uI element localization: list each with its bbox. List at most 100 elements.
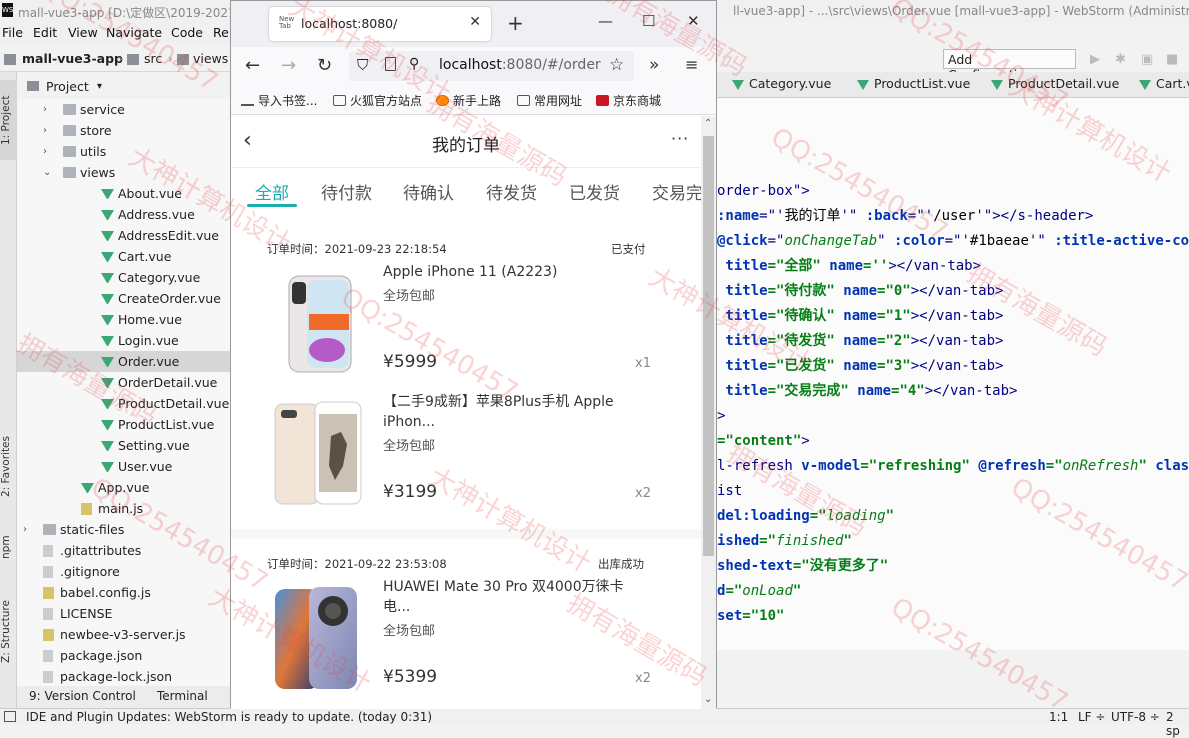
tab-completed[interactable]: 交易完成 [652, 179, 701, 204]
close-window-icon[interactable]: ✕ [687, 12, 700, 30]
address-bar[interactable]: ⛉ ⚲ localhost:8080/#/order [349, 51, 634, 81]
project-panel-title[interactable]: Project [46, 79, 89, 94]
tree-item[interactable]: Login.vue [17, 330, 230, 351]
bookmark-firefox-site[interactable]: 火狐官方站点 [333, 92, 422, 109]
menu-code[interactable]: Code [171, 25, 203, 40]
tree-item[interactable]: User.vue [17, 456, 230, 477]
bookmark-getting-started[interactable]: 新手上路 [436, 92, 501, 109]
scroll-down-icon[interactable]: ⌄ [704, 694, 712, 705]
close-tab-icon[interactable]: ✕ [469, 14, 481, 30]
order-item[interactable]: 【二手9成新】苹果8Plus手机 Apple iPhon... 全场包邮 ¥31… [231, 388, 701, 518]
editor-tab-productdetail[interactable]: ProductDetail.vue [991, 76, 1119, 96]
tree-item[interactable]: › static-files [17, 519, 230, 540]
menu-view[interactable]: View [68, 25, 98, 40]
status-indent[interactable]: 2 sp [1166, 710, 1189, 738]
run-icon[interactable]: ▶ [1090, 52, 1100, 67]
debug-icon[interactable]: ✱ [1115, 52, 1126, 67]
tree-item[interactable]: Address.vue [17, 204, 230, 225]
shield-icon[interactable]: ⛉ [357, 56, 368, 74]
tree-item[interactable]: Setting.vue [17, 435, 230, 456]
tree-item[interactable]: ProductDetail.vue [17, 393, 230, 414]
breadcrumb-views[interactable]: views [193, 51, 228, 66]
tree-item[interactable]: babel.config.js [17, 582, 230, 603]
new-tab-icon[interactable]: + [507, 11, 524, 35]
editor-tab-productlist[interactable]: ProductList.vue [857, 76, 970, 96]
forward-arrow-icon[interactable]: → [281, 55, 296, 76]
chevron-down-icon[interactable]: ⌄ [43, 162, 51, 183]
tab-pending-payment[interactable]: 待付款 [321, 179, 372, 204]
tab-pending-shipment[interactable]: 待发货 [486, 179, 537, 204]
breadcrumb-project[interactable]: mall-vue3-app [22, 51, 123, 66]
more-icon[interactable]: ··· [671, 129, 689, 148]
hamburger-menu-icon[interactable]: ≡ [685, 55, 698, 74]
tree-item[interactable]: OrderDetail.vue [17, 372, 230, 393]
tab-shipped[interactable]: 已发货 [569, 179, 620, 204]
tree-item[interactable]: AddressEdit.vue [17, 225, 230, 246]
bookmark-star-icon[interactable]: ☆ [609, 55, 624, 75]
maximize-icon[interactable]: ☐ [642, 12, 655, 30]
version-control-tab[interactable]: 9: Version Control [29, 689, 136, 703]
chevron-right-icon[interactable]: › [43, 99, 47, 120]
status-message[interactable]: IDE and Plugin Updates: WebStorm is read… [26, 710, 432, 724]
tree-item[interactable]: › service [17, 99, 230, 120]
reload-icon[interactable]: ↻ [317, 55, 332, 76]
status-panel-icon[interactable] [4, 711, 16, 722]
tree-item[interactable]: › store [17, 120, 230, 141]
chevron-right-icon[interactable]: › [23, 519, 27, 540]
order-item[interactable]: HUAWEI Mate 30 Pro 双4000万徕卡电... 全场包邮 ¥53… [231, 573, 701, 703]
tree-item[interactable]: Cart.vue [17, 246, 230, 267]
add-configuration-button[interactable]: Add Configuration... [943, 49, 1076, 82]
tree-item[interactable]: Home.vue [17, 309, 230, 330]
tree-item[interactable]: package-lock.json [17, 666, 230, 686]
chevron-right-icon[interactable]: › [43, 141, 47, 162]
tool-tab-project[interactable]: 1: Project [0, 80, 17, 160]
tree-item[interactable]: App.vue [17, 477, 230, 498]
coverage-icon[interactable]: ▣ [1141, 52, 1153, 67]
menu-file[interactable]: File [2, 25, 23, 40]
tree-item[interactable]: About.vue [17, 183, 230, 204]
order-card[interactable]: 订单时间：2021-09-22 23:53:08 出库成功 HUAWEI Mat… [231, 539, 701, 709]
minimize-icon[interactable]: — [598, 12, 613, 30]
status-encoding[interactable]: UTF-8 ÷ [1111, 710, 1160, 724]
terminal-tab[interactable]: Terminal [157, 689, 208, 703]
tool-tab-structure[interactable]: Z: Structure [0, 592, 17, 672]
scroll-up-icon[interactable]: ⌃ [704, 118, 712, 129]
editor-tab-category[interactable]: Category.vue [732, 76, 831, 96]
tree-item[interactable]: .gitattributes [17, 540, 230, 561]
tree-item[interactable]: LICENSE [17, 603, 230, 624]
tree-item[interactable]: .gitignore [17, 561, 230, 582]
tree-item[interactable]: ⌄ views [17, 162, 230, 183]
tool-tab-favorites[interactable]: 2: Favorites [0, 427, 17, 507]
chevron-down-icon[interactable]: ▾ [97, 81, 102, 92]
bookmark-import[interactable]: 导入书签... [241, 92, 317, 109]
status-caret-position[interactable]: 1:1 [1049, 710, 1068, 724]
url-text[interactable]: localhost:8080/#/order [439, 57, 601, 73]
menu-refactor[interactable]: Re [213, 25, 229, 40]
tree-item[interactable]: ProductList.vue [17, 414, 230, 435]
back-arrow-icon[interactable]: ← [245, 55, 260, 76]
bookmark-jd[interactable]: 京东商城 [596, 92, 661, 109]
browser-tab[interactable]: New Tab localhost:8080/ ✕ [269, 7, 491, 41]
tree-item[interactable]: Category.vue [17, 267, 230, 288]
tree-item[interactable]: › utils [17, 141, 230, 162]
order-card[interactable]: 订单时间：2021-09-23 22:18:54 已支付 Apple iPhon… [231, 224, 701, 529]
page-scrollbar[interactable]: ⌃ ⌄ [701, 116, 716, 709]
tree-item[interactable]: Order.vue [17, 351, 230, 372]
tool-tab-npm[interactable]: npm [0, 527, 17, 567]
tab-pending-confirm[interactable]: 待确认 [403, 179, 454, 204]
page-info-icon[interactable] [385, 57, 396, 71]
overflow-chevron-icon[interactable]: » [649, 55, 659, 75]
tab-all[interactable]: 全部 [255, 179, 289, 204]
bookmark-common-sites[interactable]: 常用网址 [517, 92, 582, 109]
scrollbar-thumb[interactable] [703, 136, 714, 556]
order-item[interactable]: Apple iPhone 11 (A2223) 全场包邮 ¥5999 x1 [231, 258, 701, 388]
tree-item[interactable]: CreateOrder.vue [17, 288, 230, 309]
editor-tab-cart[interactable]: Cart.vue [1139, 76, 1189, 96]
permissions-icon[interactable]: ⚲ [409, 56, 419, 72]
chevron-right-icon[interactable]: › [43, 120, 47, 141]
tree-item[interactable]: main.js [17, 498, 230, 519]
tree-item[interactable]: newbee-v3-server.js [17, 624, 230, 645]
menu-navigate[interactable]: Navigate [106, 25, 162, 40]
status-line-separator[interactable]: LF ÷ [1078, 710, 1105, 724]
stop-icon[interactable]: ■ [1166, 52, 1178, 67]
